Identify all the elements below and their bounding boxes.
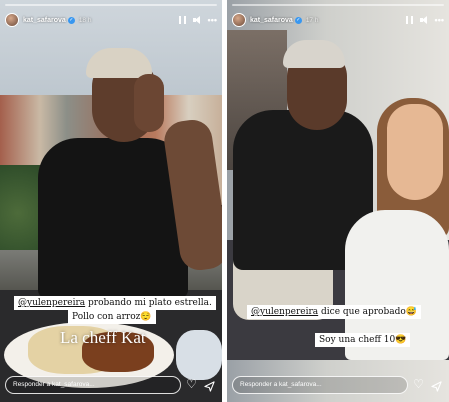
story-header: kat_safarova ✓ 17 h ••• [232,11,444,29]
send-icon[interactable] [431,379,442,392]
reply-input[interactable]: Responder a kat_safarova... [232,376,408,394]
story-header: kat_safarova ✓ 18 h ••• [5,11,217,29]
caption-big-text: La cheff Kat [60,328,146,347]
mute-icon[interactable] [419,16,428,24]
mention-link[interactable]: @yulenpereira [251,307,318,317]
pause-icon[interactable] [178,16,186,24]
verified-badge-icon: ✓ [294,16,302,24]
caption-text: probando mi plato estrella. [85,298,212,308]
caption-line-2: Pollo con arroz😌 [68,310,156,324]
caption-line-2: Soy una cheff 10😎 [315,333,411,347]
post-time: 18 h [78,16,92,24]
more-icon[interactable]: ••• [208,16,217,25]
story-progress-bar [232,4,444,6]
avatar[interactable] [5,13,19,27]
pause-icon[interactable] [405,16,413,24]
username[interactable]: kat_safarova [250,17,293,24]
story-right[interactable]: kat_safarova ✓ 17 h ••• @yulenpereira di… [227,0,449,402]
more-icon[interactable]: ••• [435,16,444,25]
username[interactable]: kat_safarova [23,17,66,24]
reply-input[interactable]: Responder a kat_safarova... [5,376,181,394]
story-progress-bar [5,4,217,6]
mention-link[interactable]: @yulenpereira [18,298,85,308]
avatar[interactable] [232,13,246,27]
verified-badge-icon: ✓ [67,16,75,24]
story-left[interactable]: kat_safarova ✓ 18 h ••• @yulenpereira pr… [0,0,222,402]
heart-icon[interactable]: ♡ [413,378,424,390]
caption-line-1: @yulenpereira probando mi plato estrella… [14,296,216,310]
mute-icon[interactable] [192,16,201,24]
caption-text: dice que aprobado😅 [318,307,417,317]
post-time: 17 h [305,16,319,24]
send-icon[interactable] [204,379,215,392]
caption-line-1: @yulenpereira dice que aprobado😅 [247,305,421,319]
heart-icon[interactable]: ♡ [186,378,197,390]
